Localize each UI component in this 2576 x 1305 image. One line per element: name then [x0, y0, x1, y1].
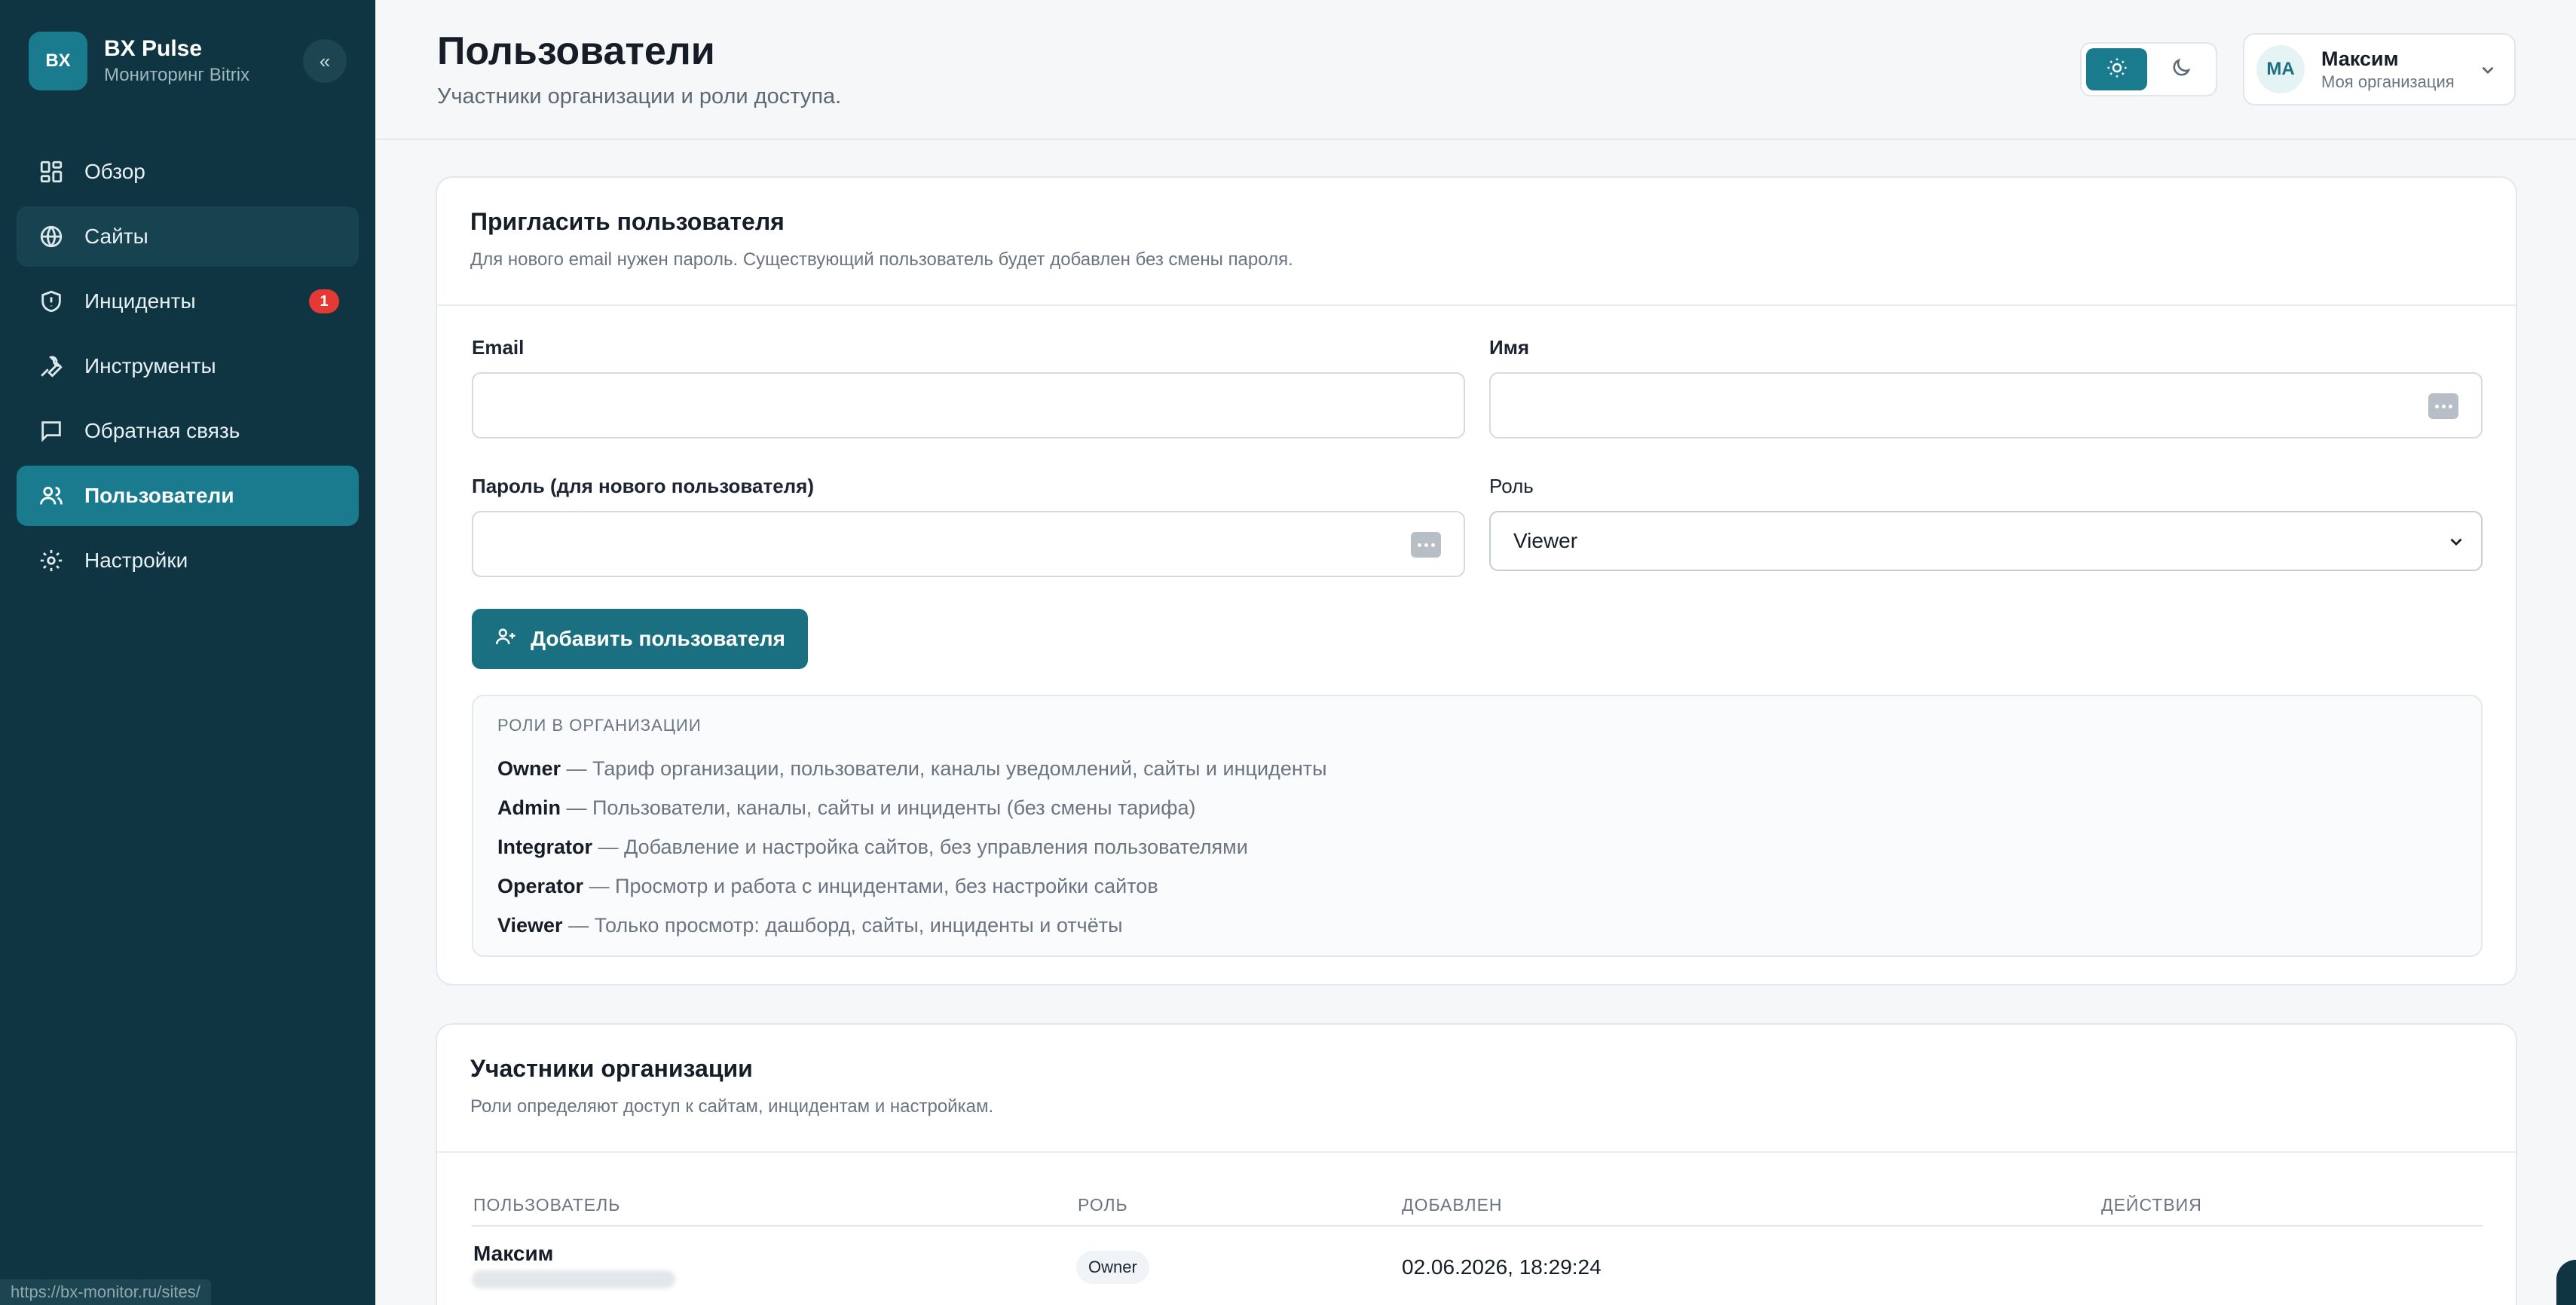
name-label: Имя: [1489, 336, 1530, 359]
column-header-role: Роль: [1078, 1195, 1128, 1215]
sidebar-item-label: Инструменты: [84, 354, 216, 377]
role-description: Owner — Тариф организации, пользователи,…: [497, 757, 1327, 780]
user-name: Максим: [2321, 47, 2399, 70]
members-card-description: Роли определяют доступ к сайтам, инциден…: [470, 1096, 994, 1117]
column-header-actions: Действия: [2101, 1195, 2202, 1215]
role-description: Viewer — Только просмотр: дашборд, сайты…: [497, 914, 1123, 937]
user-menu[interactable]: MA Максим Моя организация: [2243, 33, 2516, 105]
password-field[interactable]: [472, 511, 1465, 577]
role-description: Admin — Пользователи, каналы, сайты и ин…: [497, 796, 1196, 819]
member-added-date: 02.06.2026, 18:29:24: [1402, 1255, 1602, 1279]
role-select[interactable]: Viewer: [1489, 511, 2483, 571]
members-table-header: Пользователь Роль Добавлен Действия: [472, 1189, 2483, 1227]
theme-toggle: [2080, 42, 2217, 96]
role-description: Integrator — Добавление и настройка сайт…: [497, 836, 1248, 858]
email-label: Email: [472, 336, 525, 359]
user-plus-icon: [494, 625, 517, 653]
sidebar-item-tools[interactable]: Инструменты: [17, 336, 359, 396]
sidebar-item-label: Обратная связь: [84, 419, 240, 442]
shield-alert-icon: [38, 288, 65, 315]
add-user-button-label: Добавить пользователя: [531, 627, 785, 650]
status-bar-url: https://bx-monitor.ru/sites/: [0, 1279, 211, 1305]
role-label: Роль: [1489, 475, 1534, 497]
sidebar-item-label: Пользователи: [84, 484, 234, 507]
page-subtitle: Участники организации и роли доступа.: [437, 84, 842, 108]
sidebar-item-settings[interactable]: Настройки: [17, 530, 359, 591]
sidebar-item-users[interactable]: Пользователи: [17, 466, 359, 526]
role-description: Operator — Просмотр и работа с инцидента…: [497, 875, 1158, 897]
sidebar-item-feedback[interactable]: Обратная связь: [17, 401, 359, 461]
members-card-title: Участники организации: [470, 1055, 753, 1082]
light-theme-button[interactable]: [2086, 48, 2147, 90]
sidebar-item-incidents[interactable]: Инциденты 1: [17, 271, 359, 332]
grid-icon: [38, 158, 65, 185]
chevron-down-icon: [2446, 532, 2466, 557]
brand[interactable]: BX BX Pulse Мониторинг Bitrix: [29, 32, 249, 90]
moon-icon: [2170, 57, 2192, 83]
sidebar-nav: Обзор Сайты Инциденты 1 Инструменты Обра…: [17, 142, 359, 595]
globe-icon: [38, 223, 65, 250]
column-header-added: Добавлен: [1402, 1195, 1503, 1215]
sidebar-item-label: Сайты: [84, 225, 148, 248]
sidebar: BX BX Pulse Мониторинг Bitrix « Обзор Са…: [0, 0, 375, 1305]
autofill-icon[interactable]: [1411, 532, 1441, 558]
sidebar-item-label: Обзор: [84, 160, 145, 183]
sidebar-item-label: Инциденты: [84, 289, 196, 313]
sun-icon: [2106, 57, 2128, 83]
chevrons-left-icon: «: [319, 49, 331, 72]
role-select-value: Viewer: [1513, 529, 1578, 552]
gear-icon: [38, 547, 65, 574]
brand-title: BX Pulse: [104, 36, 203, 61]
collapse-sidebar-button[interactable]: «: [303, 39, 347, 83]
table-row: Максим Owner 02.06.2026, 18:29:24: [472, 1228, 2483, 1305]
page-title: Пользователи: [437, 29, 715, 73]
invite-user-card: Пригласить пользователя Для нового email…: [436, 176, 2517, 986]
dark-theme-button[interactable]: [2150, 48, 2211, 90]
sidebar-item-label: Настройки: [84, 549, 188, 572]
invite-card-description: Для нового email нужен пароль. Существую…: [470, 249, 1293, 270]
chevron-down-icon: [2478, 60, 2498, 84]
password-label: Пароль (для нового пользователя): [472, 475, 814, 497]
wrench-icon: [38, 353, 65, 380]
member-role-badge: Owner: [1076, 1251, 1149, 1284]
sidebar-item-overview[interactable]: Обзор: [17, 142, 359, 202]
brand-subtitle: Мониторинг Bitrix: [104, 65, 250, 85]
invite-card-title: Пригласить пользователя: [470, 208, 785, 235]
message-icon: [38, 417, 65, 445]
add-user-button[interactable]: Добавить пользователя: [472, 609, 808, 669]
incidents-count-badge: 1: [309, 289, 339, 313]
column-header-user: Пользователь: [473, 1195, 621, 1215]
member-email-redacted: [472, 1270, 675, 1288]
page-header: Пользователи Участники организации и рол…: [375, 0, 2576, 140]
email-field[interactable]: [472, 372, 1465, 439]
user-organization: Моя организация: [2321, 72, 2455, 91]
brand-logo: BX: [29, 32, 87, 90]
roles-info-box: Роли в организации Owner — Тариф организ…: [472, 695, 2483, 957]
sidebar-item-sites[interactable]: Сайты: [17, 206, 359, 267]
autofill-icon[interactable]: [2428, 393, 2458, 419]
avatar: MA: [2256, 45, 2305, 93]
window-corner: [2556, 1260, 2576, 1305]
users-icon: [38, 482, 65, 509]
member-name: Максим: [473, 1242, 554, 1265]
roles-title: Роли в организации: [497, 716, 702, 735]
members-card: Участники организации Роли определяют до…: [436, 1023, 2517, 1305]
name-field[interactable]: [1489, 372, 2483, 439]
